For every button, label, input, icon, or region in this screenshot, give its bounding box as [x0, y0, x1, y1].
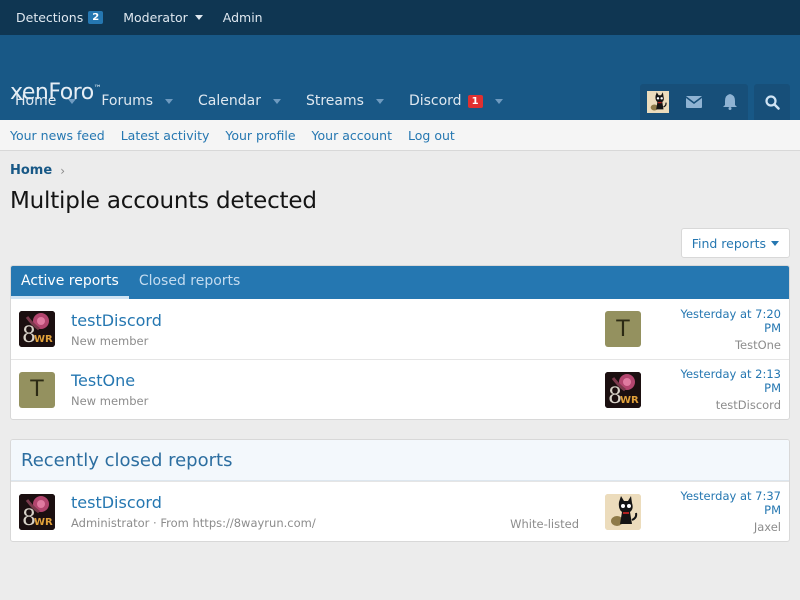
subnav-your-profile[interactable]: Your profile	[217, 128, 303, 143]
find-reports-button[interactable]: Find reports	[680, 228, 790, 258]
nav-tab-label: Streams	[305, 93, 364, 109]
chevron-down-icon[interactable]	[375, 98, 384, 104]
report-meta: Yesterday at 2:13 PM testDiscord	[605, 360, 781, 419]
envelope-icon	[686, 96, 702, 108]
tab-active-reports[interactable]: Active reports	[11, 266, 129, 299]
report-time[interactable]: Yesterday at 2:13 PM	[671, 367, 781, 395]
active-report-list: testDiscord New member T Yesterday at 7:…	[11, 299, 789, 419]
discord-badge: 1	[467, 94, 483, 108]
account-group	[640, 84, 748, 120]
nav-tab-label: Home	[15, 93, 57, 109]
search-button[interactable]	[754, 84, 790, 120]
search-icon	[764, 94, 780, 110]
find-reports-label: Find reports	[691, 235, 766, 251]
conversations-button[interactable]	[676, 84, 712, 120]
matched-user-avatar[interactable]: T	[605, 311, 641, 347]
nav-tab-discord[interactable]: Discord 1	[394, 82, 513, 120]
tab-closed-reports[interactable]: Closed reports	[129, 266, 251, 299]
alerts-button[interactable]	[712, 84, 748, 120]
subnav-news-feed[interactable]: Your news feed	[2, 128, 113, 143]
report-time[interactable]: Yesterday at 7:20 PM	[671, 307, 781, 335]
chevron-down-icon	[194, 15, 203, 20]
chevron-down-icon	[771, 240, 779, 246]
8wr-avatar-image	[605, 372, 641, 408]
nav-tab-label: Calendar	[198, 93, 261, 109]
detections-label: Detections	[16, 10, 84, 25]
report-meta: Yesterday at 7:37 PM Jaxel	[605, 482, 781, 541]
nav-tab-streams[interactable]: Streams	[291, 82, 394, 120]
breadcrumb: Home ›	[10, 163, 790, 178]
admin-label: Admin	[222, 10, 263, 25]
closed-reports-title: Recently closed reports	[11, 440, 789, 481]
matched-user-avatar[interactable]	[605, 371, 641, 408]
chevron-down-icon[interactable]	[494, 98, 503, 104]
page-title: Multiple accounts detected	[10, 188, 317, 214]
report-tabs: Active reports Closed reports	[11, 266, 789, 299]
closed-by-username[interactable]: Jaxel	[671, 520, 781, 534]
report-row: testDiscord Administrator · From https:/…	[11, 481, 789, 541]
nav-tab-calendar[interactable]: Calendar	[183, 82, 291, 120]
subnav-log-out[interactable]: Log out	[400, 128, 463, 143]
chevron-down-icon[interactable]	[68, 98, 77, 104]
chevron-down-icon[interactable]	[165, 98, 174, 104]
report-meta-text: Yesterday at 7:37 PM Jaxel	[671, 489, 781, 534]
report-meta: T Yesterday at 7:20 PM TestOne	[605, 299, 781, 359]
main-content: Home › Multiple accounts detected Find r…	[10, 151, 790, 542]
report-row: T TestOne New member Yesterday at 2:13 P…	[11, 359, 789, 419]
report-user-title: New member	[71, 333, 149, 348]
report-user-title: New member	[71, 394, 149, 408]
user-avatar	[647, 91, 669, 113]
matched-username[interactable]: TestOne	[671, 338, 781, 352]
avatar-letter: T	[30, 377, 44, 402]
bell-icon	[723, 94, 737, 110]
search-group	[754, 84, 790, 120]
user-avatar[interactable]: T	[19, 371, 55, 408]
main-nav: Home Forums Calendar Streams Discord 1	[0, 82, 800, 120]
nav-user-tools	[640, 84, 790, 120]
user-avatar[interactable]	[19, 493, 55, 530]
detections-count-badge: 2	[88, 11, 104, 24]
staff-bar: Detections 2 Moderator Admin	[0, 0, 800, 35]
report-time[interactable]: Yesterday at 7:37 PM	[671, 489, 781, 517]
closed-reports-block: Recently closed reports testDiscord Admi…	[10, 439, 790, 542]
subnav-latest-activity[interactable]: Latest activity	[113, 128, 218, 143]
sub-nav: Your news feed Latest activity Your prof…	[0, 120, 800, 151]
8wr-avatar-image	[19, 311, 55, 347]
moderator-label: Moderator	[123, 10, 188, 25]
report-row: testDiscord New member T Yesterday at 7:…	[11, 299, 789, 359]
report-username[interactable]: TestOne	[71, 371, 148, 390]
closed-by-avatar[interactable]	[605, 493, 641, 530]
report-user-info: testDiscord New member	[71, 311, 162, 348]
matched-username[interactable]: testDiscord	[671, 398, 781, 412]
subnav-your-account[interactable]: Your account	[304, 128, 400, 143]
detections-link[interactable]: Detections 2	[6, 10, 113, 25]
cat-avatar-image	[605, 494, 641, 530]
report-username[interactable]: testDiscord	[71, 311, 162, 330]
report-username[interactable]: testDiscord	[71, 493, 316, 512]
report-user-info: testDiscord Administrator · From https:/…	[71, 493, 316, 530]
moderator-menu[interactable]: Moderator	[113, 10, 213, 25]
report-user-title: Administrator · From https://8wayrun.com…	[71, 516, 316, 530]
breadcrumb-home[interactable]: Home	[10, 163, 52, 178]
report-user-info: TestOne New member	[71, 371, 148, 408]
account-avatar-button[interactable]	[640, 84, 676, 120]
nav-tab-forums[interactable]: Forums	[86, 82, 183, 120]
avatar-letter: T	[616, 316, 630, 342]
nav-tab-label: Forums	[101, 93, 154, 109]
nav-tab-label: Discord	[408, 93, 462, 109]
8wr-avatar-image	[19, 494, 55, 530]
user-avatar[interactable]	[19, 311, 55, 347]
admin-link[interactable]: Admin	[213, 10, 273, 25]
report-meta-text: Yesterday at 2:13 PM testDiscord	[671, 367, 781, 412]
chevron-right-icon: ›	[60, 163, 65, 178]
chevron-down-icon[interactable]	[272, 98, 281, 104]
report-status: White-listed	[510, 517, 579, 531]
report-meta-text: Yesterday at 7:20 PM TestOne	[671, 307, 781, 352]
nav-tab-home[interactable]: Home	[0, 82, 86, 120]
active-reports-block: Active reports Closed reports testDiscor…	[10, 265, 790, 420]
